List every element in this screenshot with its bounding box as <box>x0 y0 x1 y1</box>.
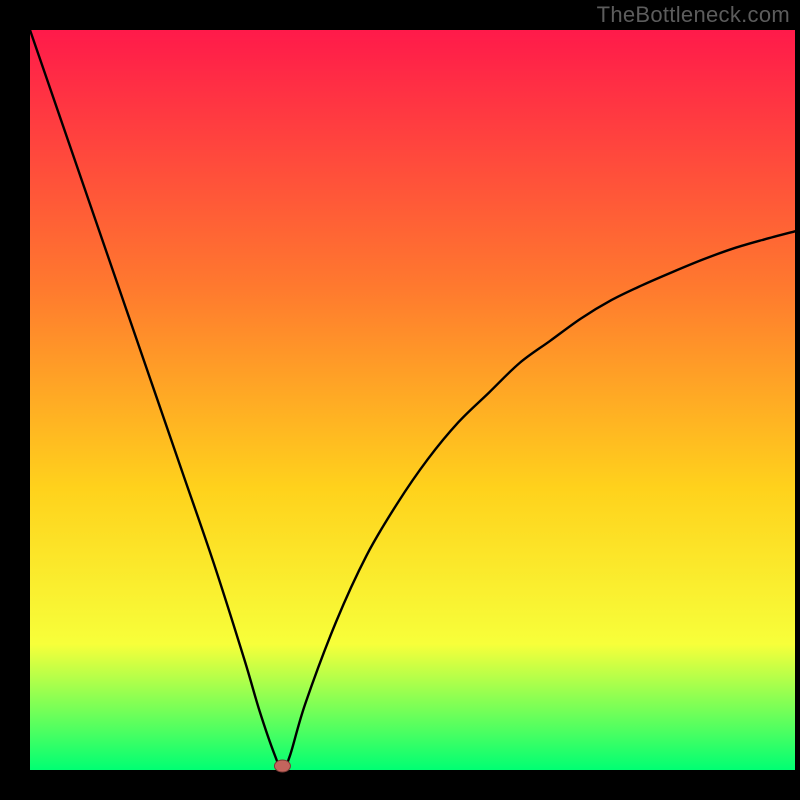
optimal-point-marker <box>274 760 290 772</box>
bottleneck-chart <box>0 0 800 800</box>
chart-frame: { "watermark": "TheBottleneck.com", "col… <box>0 0 800 800</box>
plot-background <box>30 30 795 770</box>
